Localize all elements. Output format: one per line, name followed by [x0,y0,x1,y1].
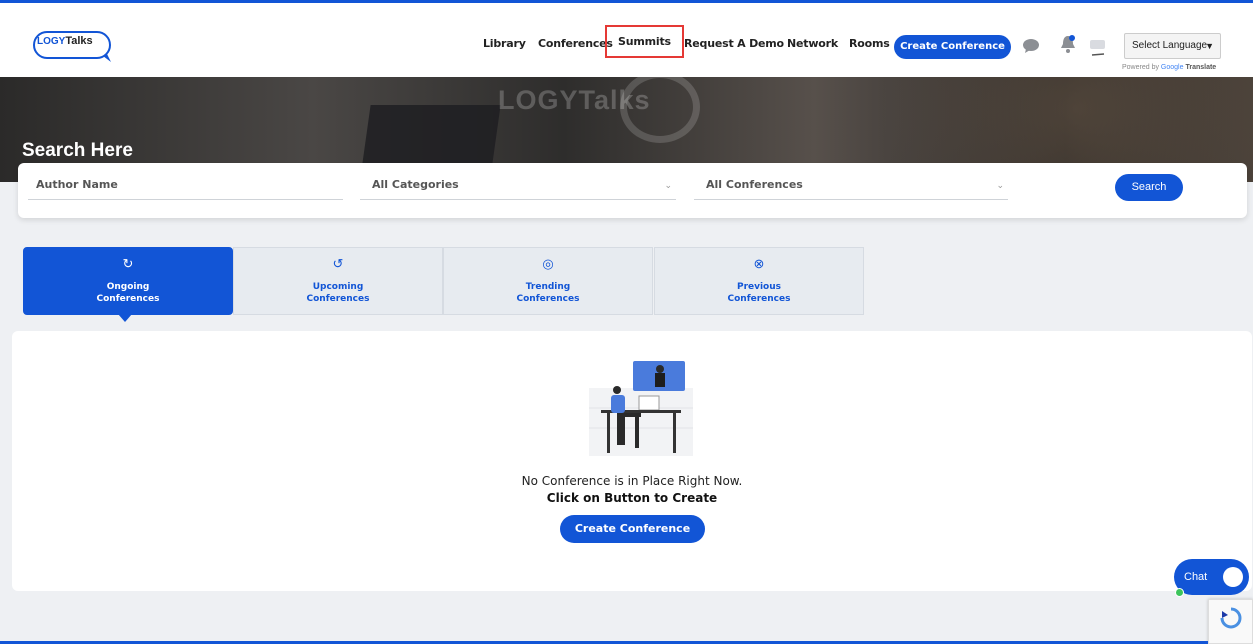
tab-label-line1: Trending [525,282,571,292]
nav-conferences[interactable]: Conferences [538,37,613,50]
nav-rooms[interactable]: Rooms [849,37,890,50]
tab-trending[interactable]: ◎ Trending Conferences [443,247,653,315]
tab-ongoing[interactable]: ↻ Ongoing Conferences [23,247,233,315]
translate-link[interactable]: Translate [1185,64,1216,71]
chat-widget-button[interactable]: Chat [1174,559,1249,595]
tab-label-line1: Previous [736,282,782,292]
tab-label-line2: Conferences [727,294,791,304]
author-name-placeholder: Author Name [36,178,118,191]
google-logo: Google [1160,64,1184,71]
tab-label: Ongoing Conferences [24,281,232,305]
empty-state-cta-text: Click on Button to Create [546,491,718,505]
conference-select-value: All Conferences [706,178,803,191]
tab-label-line1: Ongoing [106,282,150,292]
tab-previous[interactable]: ⊗ Previous Conferences [654,247,864,315]
tab-label: Previous Conferences [655,281,863,305]
search-button[interactable]: Search [1115,174,1183,201]
create-conference-button[interactable]: Create Conference [894,35,1011,59]
conference-list-panel: No Conference is in Place Right Now. Cli… [12,331,1252,591]
language-select[interactable]: Select Language ▼ [1124,33,1221,59]
empty-state-message: No Conference is in Place Right Now. [521,474,743,488]
powered-by-prefix: Powered by [1122,64,1159,71]
tab-label: Upcoming Conferences [234,281,442,305]
history-icon: ↺ [332,256,344,271]
nav-network[interactable]: Network [787,37,838,50]
bell-icon[interactable] [1060,34,1076,54]
chat-icon[interactable] [1022,38,1040,54]
tab-label-line2: Conferences [516,294,580,304]
author-name-input[interactable]: Author Name [28,176,343,200]
hero-watermark: LOGYTalks [498,85,651,115]
logo-text-part1: LOGY [37,36,66,47]
trending-icon: ◎ [542,256,554,271]
nav-summits[interactable]: Summits [605,25,684,58]
language-select-value: Select Language [1132,40,1208,51]
chevron-down-icon: ▼ [1205,41,1214,51]
category-select[interactable]: All Categories ⌄ [360,176,676,200]
logo-text: LOGYTalks [37,35,93,47]
create-conference-button[interactable]: Create Conference [560,515,705,543]
tab-label-line2: Conferences [306,294,370,304]
tab-upcoming[interactable]: ↺ Upcoming Conferences [233,247,443,315]
refresh-icon: ↻ [122,256,134,271]
nav-library[interactable]: Library [483,37,526,50]
category-select-value: All Categories [372,178,459,191]
tab-label: Trending Conferences [444,281,652,305]
previous-icon: ⊗ [753,256,765,271]
chat-label: Chat [1184,571,1208,583]
page-title: Search Here [22,140,133,161]
chevron-down-icon: ⌄ [996,181,1004,191]
conference-select[interactable]: All Conferences ⌄ [694,176,1008,200]
chat-bubble-icon [1223,567,1243,587]
conference-tabs: ↻ Ongoing Conferences ↺ Upcoming Conferenc… [23,247,864,315]
avatar[interactable] [1088,37,1108,59]
nav-request-demo[interactable]: Request A Demo [684,37,784,50]
search-card: Author Name All Categories ⌄ All Confere… [18,163,1247,218]
logo-text-part2: Talks [65,35,93,47]
logo[interactable]: LOGYTalks [33,27,115,63]
recaptcha-badge[interactable] [1208,599,1253,644]
tab-label-line2: Conferences [96,294,160,304]
tab-label-line1: Upcoming [312,282,364,292]
empty-state-illustration [589,361,693,456]
active-tab-caret [118,314,132,322]
recaptcha-icon [1220,607,1242,629]
chevron-down-icon: ⌄ [664,181,672,191]
powered-by-google: Powered by Google Translate [1122,64,1216,71]
online-status-dot [1175,588,1184,597]
site-header: LOGYTalks Library Conferences Summits Re… [0,3,1253,77]
